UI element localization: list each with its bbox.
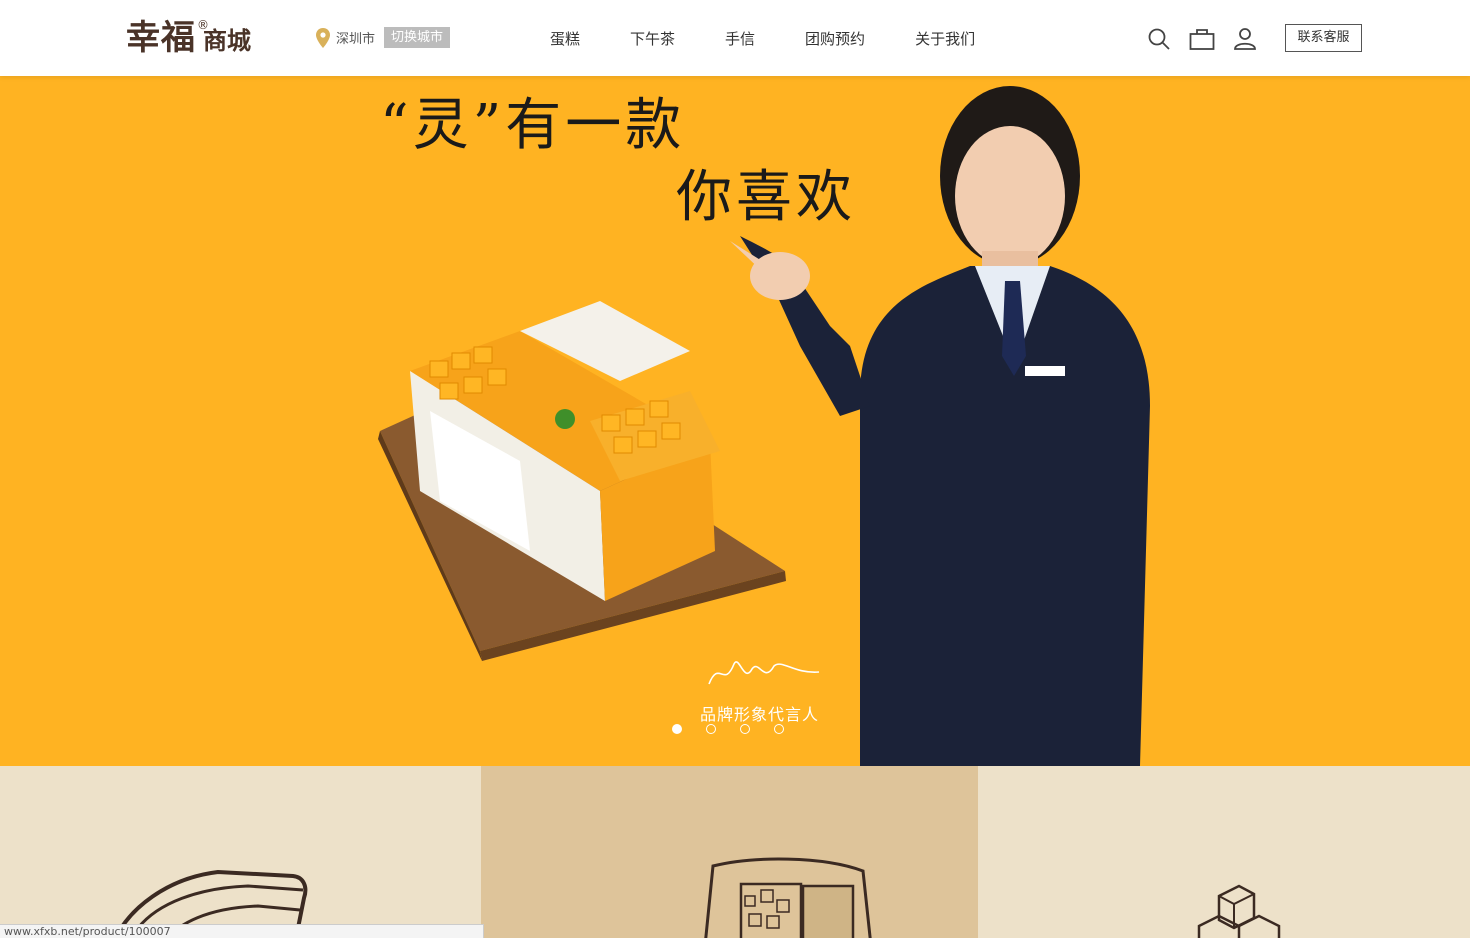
current-city: 深圳市 [336, 32, 376, 47]
site-header: 幸福 ® 商城 深圳市 切换城市 蛋糕 下午茶 手信 团购预约 关于我们 联系客… [0, 0, 1470, 76]
carousel-dots [672, 724, 808, 734]
nav-item-cake[interactable]: 蛋糕 [550, 28, 580, 49]
nav-item-about-us[interactable]: 关于我们 [915, 28, 975, 49]
carousel-dot-1[interactable] [672, 724, 682, 734]
contact-service-button[interactable]: 联系客服 [1285, 24, 1362, 52]
signature-image [708, 661, 820, 685]
shopping-bag-icon[interactable] [1189, 26, 1215, 52]
nav-item-afternoon-tea[interactable]: 下午茶 [630, 28, 675, 49]
nav-item-gifts[interactable]: 手信 [725, 28, 755, 49]
user-icon[interactable] [1232, 26, 1258, 52]
site-logo[interactable]: 幸福 ® 商城 [126, 18, 251, 58]
banner-slogan-line1: “灵”有一款 [380, 93, 686, 158]
category-tile-3[interactable] [978, 766, 1470, 938]
switch-city-button[interactable]: 切换城市 [384, 27, 451, 48]
header-actions [1146, 26, 1275, 52]
location-pin-icon [316, 27, 330, 48]
hero-banner[interactable]: “灵”有一款 你喜欢 品牌形象代言人 [0, 76, 1470, 766]
logo-registered-mark: ® [197, 18, 209, 32]
banner-caption: 品牌形象代言人 [700, 705, 820, 724]
logo-main-text: 幸福 [126, 18, 196, 58]
category-tile-1[interactable] [0, 766, 481, 938]
cake-box-icon [704, 857, 872, 938]
city-selector: 深圳市 切换城市 [316, 27, 451, 48]
logo-sub-text: 商城 [203, 27, 251, 55]
carousel-dot-3[interactable] [740, 724, 750, 734]
stacked-cubes-icon [1197, 884, 1281, 938]
carousel-dot-4[interactable] [774, 724, 784, 734]
search-icon[interactable] [1146, 26, 1172, 52]
nav-item-group-order[interactable]: 团购预约 [805, 28, 865, 49]
category-tile-2[interactable] [481, 766, 978, 938]
browser-status-url: www.xfxb.net/product/100007 [0, 924, 484, 938]
carousel-dot-2[interactable] [706, 724, 716, 734]
main-nav: 蛋糕 下午茶 手信 团购预约 关于我们 [550, 28, 975, 49]
